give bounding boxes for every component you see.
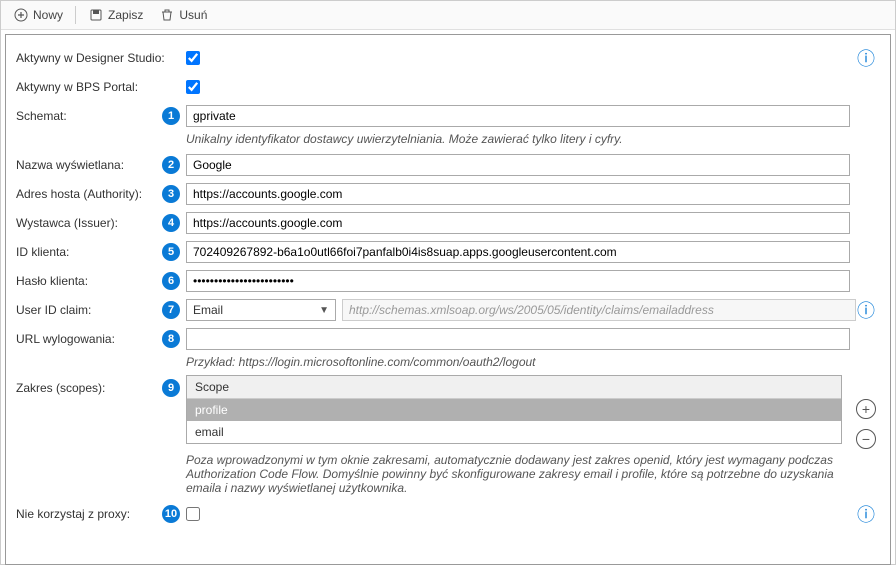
userid-claim-label: User ID claim: bbox=[16, 303, 91, 317]
logout-url-hint: Przykład: https://login.microsoftonline.… bbox=[186, 355, 876, 369]
issuer-input[interactable] bbox=[186, 212, 850, 234]
badge-3: 3 bbox=[162, 185, 180, 203]
toolbar: Nowy Zapisz Usuń bbox=[1, 1, 895, 30]
new-icon bbox=[13, 7, 29, 23]
display-name-input[interactable] bbox=[186, 154, 850, 176]
badge-4: 4 bbox=[162, 214, 180, 232]
scopes-hint: Poza wprowadzonymi w tym oknie zakresami… bbox=[186, 453, 866, 495]
active-bps-label: Aktywny w BPS Portal: bbox=[16, 80, 138, 94]
badge-2: 2 bbox=[162, 156, 180, 174]
logout-url-label: URL wylogowania: bbox=[16, 332, 115, 346]
client-id-input[interactable] bbox=[186, 241, 850, 263]
client-id-label: ID klienta: bbox=[16, 245, 69, 259]
scopes-label: Zakres (scopes): bbox=[16, 381, 105, 395]
new-button[interactable]: Nowy bbox=[9, 5, 67, 25]
client-secret-label: Hasło klienta: bbox=[16, 274, 88, 288]
client-secret-input[interactable] bbox=[186, 270, 850, 292]
proxy-label: Nie korzystaj z proxy: bbox=[16, 507, 130, 521]
userid-claim-schema: http://schemas.xmlsoap.org/ws/2005/05/id… bbox=[342, 299, 856, 321]
badge-5: 5 bbox=[162, 243, 180, 261]
separator bbox=[75, 6, 76, 24]
userid-claim-select[interactable]: Email ▼ bbox=[186, 299, 336, 321]
badge-8: 8 bbox=[162, 330, 180, 348]
authority-input[interactable] bbox=[186, 183, 850, 205]
info-icon[interactable]: ⓘ bbox=[856, 45, 876, 71]
add-scope-button[interactable]: + bbox=[856, 399, 876, 419]
logout-url-input[interactable] bbox=[186, 328, 850, 350]
badge-10: 10 bbox=[162, 505, 180, 523]
delete-label: Usuń bbox=[179, 8, 207, 22]
scope-row[interactable]: email bbox=[187, 421, 841, 443]
scheme-hint: Unikalny identyfikator dostawcy uwierzyt… bbox=[186, 132, 876, 146]
badge-7: 7 bbox=[162, 301, 180, 319]
delete-button[interactable]: Usuń bbox=[155, 5, 211, 25]
active-designer-checkbox[interactable] bbox=[186, 51, 200, 65]
authority-label: Adres hosta (Authority): bbox=[16, 187, 142, 201]
scopes-column-header: Scope bbox=[187, 376, 841, 399]
scopes-table: Scope profile email bbox=[186, 375, 842, 444]
remove-scope-button[interactable]: − bbox=[856, 429, 876, 449]
form-panel: Aktywny w Designer Studio: ⓘ Aktywny w B… bbox=[5, 34, 891, 565]
chevron-down-icon: ▼ bbox=[319, 305, 329, 316]
badge-1: 1 bbox=[162, 107, 180, 125]
new-label: Nowy bbox=[33, 8, 63, 22]
active-designer-label: Aktywny w Designer Studio: bbox=[16, 51, 165, 65]
info-icon[interactable]: ⓘ bbox=[856, 297, 876, 323]
info-icon[interactable]: ⓘ bbox=[856, 501, 876, 527]
proxy-checkbox[interactable] bbox=[186, 507, 200, 521]
save-icon bbox=[88, 7, 104, 23]
issuer-label: Wystawca (Issuer): bbox=[16, 216, 118, 230]
scope-row[interactable]: profile bbox=[187, 399, 841, 421]
scheme-label: Schemat: bbox=[16, 109, 67, 123]
scheme-input[interactable] bbox=[186, 105, 850, 127]
save-button[interactable]: Zapisz bbox=[84, 5, 147, 25]
badge-9: 9 bbox=[162, 379, 180, 397]
userid-claim-value: Email bbox=[193, 303, 223, 317]
save-label: Zapisz bbox=[108, 8, 143, 22]
active-bps-checkbox[interactable] bbox=[186, 80, 200, 94]
display-name-label: Nazwa wyświetlana: bbox=[16, 158, 124, 172]
delete-icon bbox=[159, 7, 175, 23]
badge-6: 6 bbox=[162, 272, 180, 290]
